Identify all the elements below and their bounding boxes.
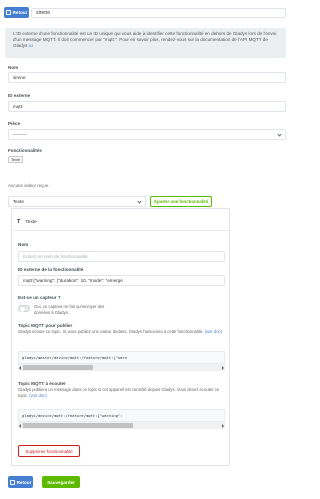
name-input[interactable]: sirene <box>8 72 286 83</box>
features-label: Fonctionnalités <box>8 148 42 153</box>
info-doc-link[interactable]: ici <box>29 43 33 48</box>
feature-type-select[interactable]: Texte <box>8 196 146 207</box>
publish-topic-scrollbar[interactable] <box>18 364 225 371</box>
text-type-icon: T <box>17 219 21 225</box>
no-value-label: Aucune valeur reçue. <box>8 183 50 188</box>
chevron-down-icon <box>277 131 282 137</box>
room-select-value: --------- <box>13 132 27 137</box>
listen-topic-scrollbar[interactable] <box>18 422 225 429</box>
sensor-toggle[interactable] <box>18 305 30 312</box>
external-id-label: ID externe <box>8 93 31 98</box>
scroll-thumb[interactable] <box>23 423 133 428</box>
back-button[interactable]: Retour <box>4 7 29 18</box>
feature-card-title: Texte <box>25 219 37 225</box>
publish-topic-code: gladys/master/device/mqtt:/feature/mqtt:… <box>18 351 225 364</box>
feature-tag: Texte <box>8 156 24 163</box>
publish-doc-link[interactable]: (voir doc) <box>205 329 222 334</box>
back-icon <box>5 10 11 15</box>
scroll-left-icon[interactable] <box>19 423 21 428</box>
sensor-text: Oui, ce capteur ne fait qu'envoyer des d… <box>34 304 105 315</box>
feature-type-value: Texte <box>13 199 24 204</box>
feature-card: T Texte Nom Entrez un nom de fonctionnal… <box>11 208 230 466</box>
scroll-right-icon[interactable] <box>222 365 224 370</box>
feature-name-label: Nom <box>18 242 29 247</box>
save-button[interactable]: Sauvegarder <box>42 476 80 488</box>
scroll-right-icon[interactable] <box>222 423 224 428</box>
listen-doc-link[interactable]: (voir doc) <box>29 393 46 398</box>
listen-topic-label: Topic MQTT à écouter <box>18 381 66 386</box>
listen-desc-text: Gladys publiera un message dans ce topic… <box>18 387 220 398</box>
listen-topic-code: gladys/device/mqtt:/feature/mqtt:{"warni… <box>18 409 225 422</box>
back-label: Retour <box>12 10 28 15</box>
room-select[interactable]: --------- <box>8 129 286 140</box>
feature-external-id-label: ID externe de la fonctionnalité <box>18 267 84 272</box>
scroll-left-icon[interactable] <box>19 365 21 370</box>
scroll-thumb[interactable] <box>23 365 93 370</box>
toggle-knob <box>20 306 25 312</box>
feature-card-header: T Texte <box>17 219 37 225</box>
external-id-info-box: L'ID externe d'une fonctionnalité est un… <box>5 28 286 58</box>
sensor-label: Est-ce un capteur ? <box>18 295 61 300</box>
feature-name-input[interactable]: Entrez un nom de fonctionnalité <box>18 251 225 262</box>
info-text: L'ID externe d'une fonctionnalité est un… <box>13 31 277 48</box>
listen-topic-desc: Gladys publiera un message dans ce topic… <box>18 387 223 398</box>
feature-name-placeholder: Entrez un nom de fonctionnalité <box>23 254 88 259</box>
external-id-input[interactable]: mqtt: <box>8 101 286 112</box>
publish-topic-desc: Gladys écoute ce topic. Si vous publiez … <box>18 329 223 335</box>
name-label: Nom <box>8 65 19 70</box>
publish-desc-text: Gladys écoute ce topic. Si vous publiez … <box>18 329 204 334</box>
chevron-down-icon <box>137 198 142 204</box>
device-name-input[interactable]: sirene <box>31 8 286 18</box>
back-icon <box>9 479 15 485</box>
feature-external-id-input[interactable]: mqtt:{"warning": {"duration": 10, "mode"… <box>18 275 225 286</box>
publish-topic-label: Topic MQTT pour publier <box>18 323 73 328</box>
delete-feature-button[interactable]: Supprimer fonctionnalité <box>18 445 80 457</box>
footer-back-button[interactable]: Retour <box>8 476 33 488</box>
card-divider <box>12 230 229 231</box>
footer-back-label: Retour <box>16 479 32 485</box>
add-feature-button[interactable]: Ajouter une fonctionnalité <box>150 196 212 207</box>
room-label: Pièce <box>8 121 21 126</box>
